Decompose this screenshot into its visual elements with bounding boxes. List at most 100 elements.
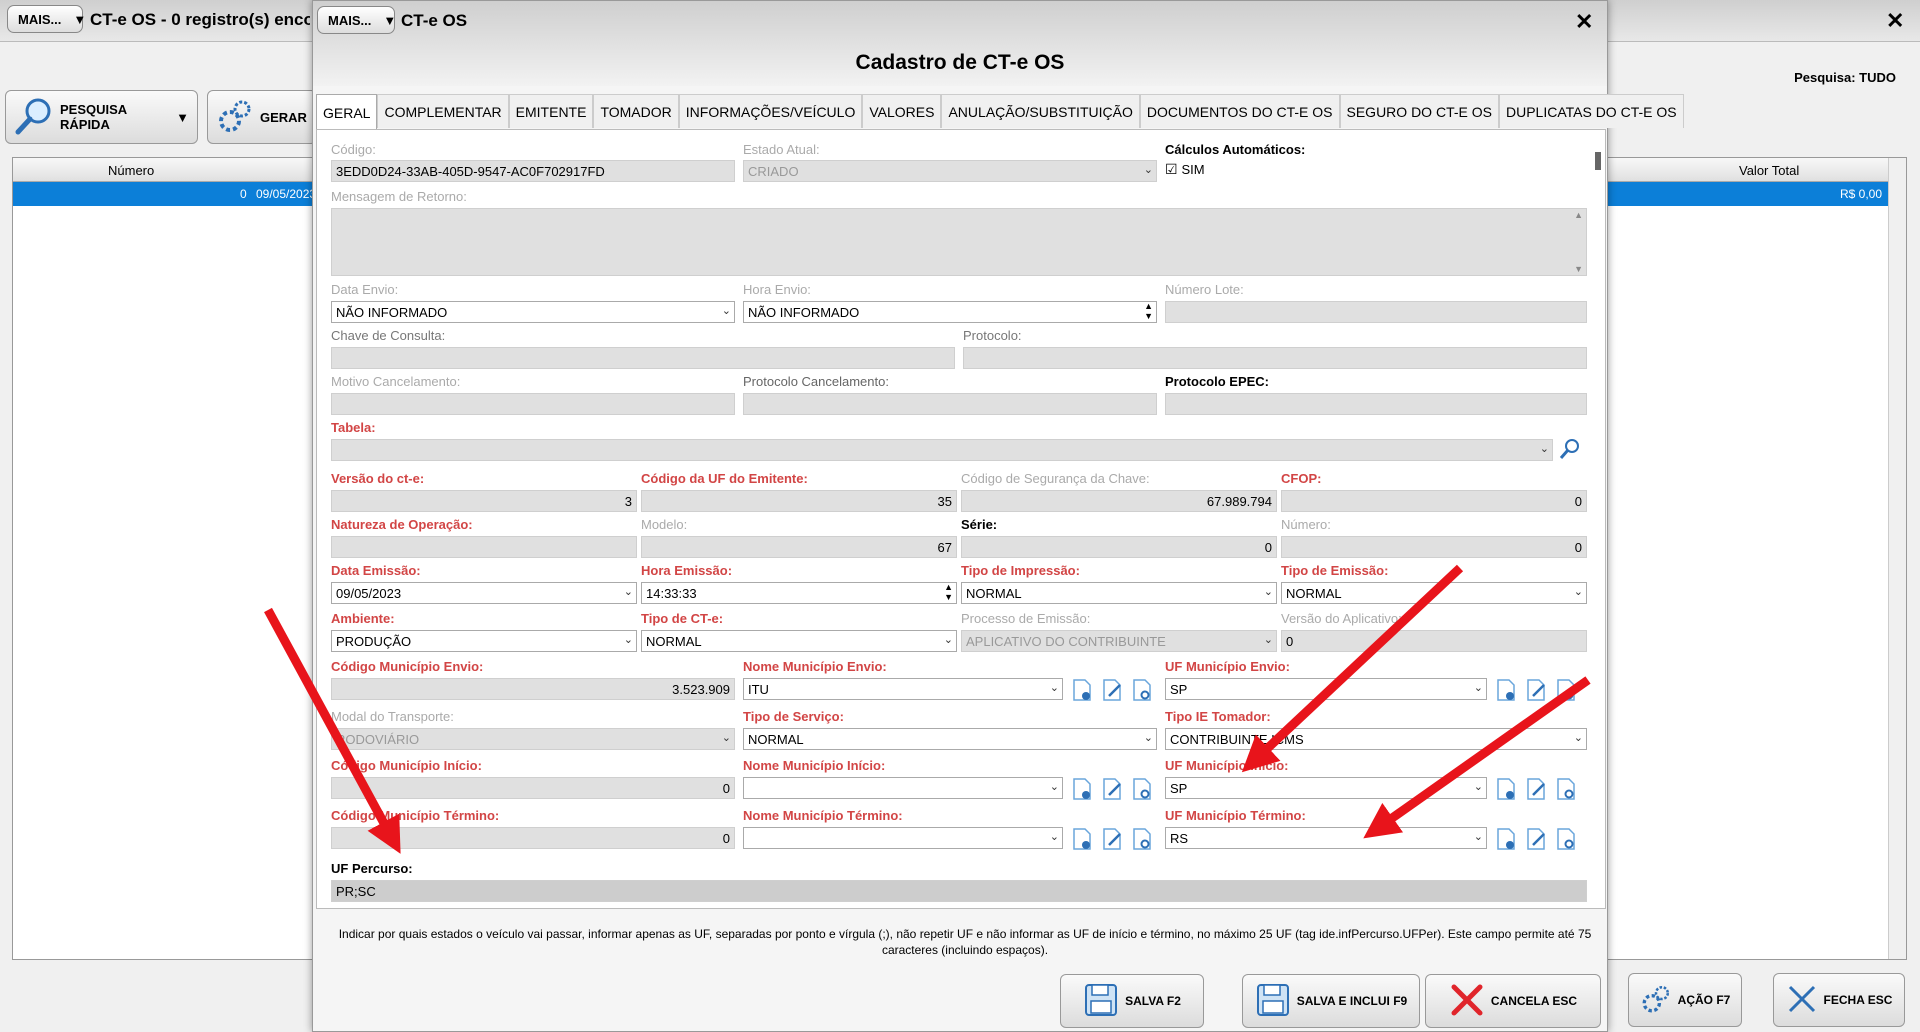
data-envio-picker[interactable]: NÃO INFORMADO ⌄ — [331, 301, 735, 323]
uf-mun-termino-value: RS — [1170, 831, 1189, 846]
versao-cte-field[interactable]: 3 — [331, 490, 637, 512]
edit-record-icon[interactable] — [1523, 826, 1549, 852]
add-record-icon[interactable] — [1493, 826, 1519, 852]
save-button[interactable]: SALVA F2 — [1060, 974, 1204, 1028]
column-header-valor-total[interactable]: Valor Total — [1739, 163, 1799, 178]
uf-mun-envio-select[interactable]: SP ⌄ — [1165, 678, 1487, 700]
label-uf-percurso: UF Percurso: — [331, 861, 413, 876]
data-envio-value: NÃO INFORMADO — [336, 305, 448, 320]
calculos-checkbox[interactable]: ☑ SIM — [1165, 161, 1205, 178]
hora-emissao-spinner[interactable]: 14:33:33 ▲ ▼ — [641, 582, 957, 604]
add-record-icon[interactable] — [1069, 776, 1095, 802]
view-record-icon[interactable] — [1553, 826, 1579, 852]
spinner-arrows-icon[interactable]: ▲ ▼ — [1144, 302, 1153, 321]
view-record-icon[interactable] — [1553, 677, 1579, 703]
fecha-button[interactable]: FECHA ESC — [1773, 973, 1905, 1027]
acao-button[interactable]: AÇÃO F7 — [1628, 973, 1742, 1027]
data-emissao-picker[interactable]: 09/05/2023 ⌄ — [331, 582, 637, 604]
tab-tomador[interactable]: TOMADOR — [593, 94, 679, 128]
protocolo-cancelamento-field[interactable] — [743, 393, 1157, 415]
tab-geral[interactable]: GERAL — [316, 94, 378, 130]
search-icon[interactable] — [1557, 436, 1583, 462]
cod-mun-envio-field[interactable]: 3.523.909 — [331, 678, 735, 700]
add-record-icon[interactable] — [1069, 826, 1095, 852]
tipo-cte-select[interactable]: NORMAL ⌄ — [641, 630, 957, 652]
estado-atual-select[interactable]: CRIADO ⌄ — [743, 160, 1157, 182]
save-and-new-button[interactable]: SALVA E INCLUI F9 — [1242, 974, 1420, 1028]
uf-mun-termino-select[interactable]: RS ⌄ — [1165, 827, 1487, 849]
quick-search-button[interactable]: PESQUISA RÁPIDA ▼ — [5, 90, 198, 144]
chevron-down-icon: ⌄ — [1473, 831, 1483, 843]
protocolo-epec-field[interactable] — [1165, 393, 1587, 415]
tipo-servico-select[interactable]: NORMAL ⌄ — [743, 728, 1157, 750]
grid-scrollbar[interactable] — [1888, 158, 1906, 959]
tipo-ie-tomador-select[interactable]: CONTRIBUINTE ICMS ⌄ — [1165, 728, 1587, 750]
edit-record-icon[interactable] — [1099, 677, 1125, 703]
nome-mun-envio-select[interactable]: ITU ⌄ — [743, 678, 1063, 700]
tab-documentos[interactable]: DOCUMENTOS DO CT-E OS — [1139, 94, 1340, 128]
motivo-cancelamento-field[interactable] — [331, 393, 735, 415]
tab-emitente[interactable]: EMITENTE — [508, 94, 594, 128]
tab-seguro[interactable]: SEGURO DO CT-E OS — [1339, 94, 1499, 128]
chevron-down-icon: ⌄ — [1473, 781, 1483, 793]
view-record-icon[interactable] — [1129, 826, 1155, 852]
numero-field[interactable]: 0 — [1281, 536, 1587, 558]
label-numero-lote: Número Lote: — [1165, 282, 1244, 297]
ambiente-select[interactable]: PRODUÇÃO ⌄ — [331, 630, 637, 652]
protocolo-field[interactable] — [963, 347, 1587, 369]
mensagem-retorno-textarea[interactable]: ▲ ▼ — [331, 208, 1587, 276]
edit-record-icon[interactable] — [1099, 826, 1125, 852]
cod-mun-inicio-field[interactable]: 0 — [331, 777, 735, 799]
tipo-impressao-select[interactable]: NORMAL ⌄ — [961, 582, 1277, 604]
edit-record-icon[interactable] — [1523, 677, 1549, 703]
tab-informacoes-veiculo[interactable]: INFORMAÇÕES/VEÍCULO — [678, 94, 863, 128]
cod-mun-termino-field[interactable]: 0 — [331, 827, 735, 849]
codigo-seguranca-field[interactable]: 67.989.794 — [961, 490, 1277, 512]
edit-record-icon[interactable] — [1099, 776, 1125, 802]
numero-lote-field[interactable] — [1165, 301, 1587, 323]
cancel-button[interactable]: CANCELA ESC — [1425, 974, 1601, 1028]
form-scrollbar-thumb[interactable] — [1595, 152, 1601, 170]
tipo-emissao-select[interactable]: NORMAL ⌄ — [1281, 582, 1587, 604]
tab-duplicatas[interactable]: DUPLICATAS DO CT-E OS — [1498, 94, 1684, 128]
tab-complementar[interactable]: COMPLEMENTAR — [377, 94, 509, 128]
uf-percurso-field[interactable]: PR;SC — [331, 880, 1587, 902]
edit-record-icon[interactable] — [1523, 776, 1549, 802]
nome-mun-termino-select[interactable]: ⌄ — [743, 827, 1063, 849]
codigo-uf-emitente-field[interactable]: 35 — [641, 490, 957, 512]
natureza-operacao-field[interactable] — [331, 536, 637, 558]
processo-emissao-select[interactable]: APLICATIVO DO CONTRIBUINTE ⌄ — [961, 630, 1277, 652]
scroll-up-icon[interactable]: ▲ — [1574, 210, 1583, 220]
codigo-field[interactable]: 3EDD0D24-33AB-405D-9547-AC0F702917FD — [331, 160, 735, 182]
dialog-window-title: CT-e OS — [401, 11, 468, 30]
hora-envio-spinner[interactable]: NÃO INFORMADO ▲ ▼ — [743, 301, 1157, 323]
acao-label: AÇÃO F7 — [1677, 993, 1731, 1007]
view-record-icon[interactable] — [1129, 776, 1155, 802]
scroll-down-icon[interactable]: ▼ — [1574, 264, 1583, 274]
modal-transporte-select[interactable]: RODOVIÁRIO ⌄ — [331, 728, 735, 750]
mais-dropdown-button[interactable]: MAIS... ▼ — [317, 6, 396, 34]
tab-anulacao-substituicao[interactable]: ANULAÇÃO/SUBSTITUIÇÃO — [941, 94, 1140, 128]
serie-field[interactable]: 0 — [961, 536, 1277, 558]
modelo-field[interactable]: 67 — [641, 536, 957, 558]
cfop-field[interactable]: 0 — [1281, 490, 1587, 512]
add-record-icon[interactable] — [1493, 677, 1519, 703]
versao-aplicativo-field[interactable]: 0 — [1281, 630, 1587, 652]
close-icon[interactable]: ✕ — [1575, 9, 1593, 35]
row-numero: 0 — [240, 187, 247, 201]
chave-consulta-field[interactable] — [331, 347, 955, 369]
close-icon[interactable]: ✕ — [1886, 8, 1904, 34]
uf-mun-inicio-select[interactable]: SP ⌄ — [1165, 777, 1487, 799]
add-record-icon[interactable] — [1069, 677, 1095, 703]
view-record-icon[interactable] — [1553, 776, 1579, 802]
view-record-icon[interactable] — [1129, 677, 1155, 703]
nome-mun-inicio-select[interactable]: ⌄ — [743, 777, 1063, 799]
tab-valores[interactable]: VALORES — [862, 94, 942, 128]
add-record-icon[interactable] — [1493, 776, 1519, 802]
tabela-select[interactable]: ⌄ — [331, 439, 1553, 461]
mais-dropdown-button[interactable]: MAIS... ▼ — [7, 5, 86, 33]
gerar-button[interactable]: GERAR — [207, 90, 317, 144]
column-header-numero[interactable]: Número — [108, 163, 154, 178]
label-hora-envio: Hora Envio: — [743, 282, 811, 297]
spinner-arrows-icon[interactable]: ▲ ▼ — [944, 583, 953, 602]
